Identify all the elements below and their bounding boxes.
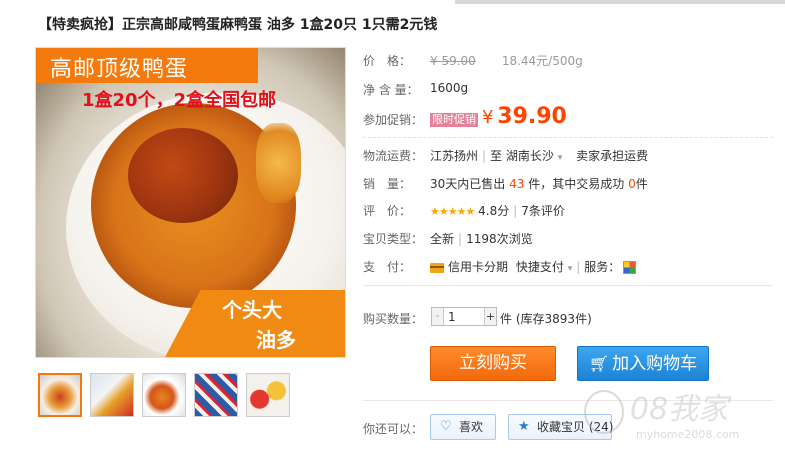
like-button[interactable]: ♡ 喜欢 [430,414,496,440]
star-rating-icon: ★★★★★ [430,205,475,218]
quantity-label: 购买数量： [363,312,424,326]
success-count: 0 [628,177,636,191]
site-watermark: 08我家 myhome2008.com [582,384,782,454]
chevron-down-icon: ▾ [557,153,563,163]
star-icon: ★ [518,419,530,434]
shipping-fee: 卖家承担运费 [576,149,649,163]
quantity-plus-button[interactable]: + [484,308,496,325]
service-icon[interactable] [623,261,637,274]
top-divider [0,0,785,4]
heart-icon: ♡ [440,419,452,434]
stock-count: (库存3893件) [515,312,592,326]
promo-label: 参加促销： [363,113,424,127]
weight-label: 净 含 量： [363,83,419,97]
original-price: ¥ 59.00 [430,54,476,68]
payment-label: 支 付： [363,260,412,274]
stock-info: 件 (库存3893件) [500,312,592,326]
condition-value: 全新 [430,232,455,246]
quantity-stepper[interactable]: - 1 + [431,307,497,326]
product-title: 【特卖疯抢】正宗高邮咸鸭蛋麻鸭蛋 油多 1盒20只 1只需2元钱 [38,17,438,33]
add-to-cart-button[interactable]: 🛒︎ 加入购物车 [577,346,709,381]
egg-oil [256,123,301,203]
image-promo-text: 1盒20个，2盒全国包邮 [82,90,277,111]
weight-value: 1600g [430,81,469,95]
shipping-label: 物流运费： [363,149,424,163]
quick-pay-option[interactable]: 快捷支付 ▾ [516,260,572,274]
thumbnail-5[interactable] [246,373,290,417]
ship-from: 江苏扬州 [430,149,479,163]
quantity-input[interactable]: 1 [448,310,478,324]
product-main-image[interactable]: 高邮顶级鸭蛋 1盒20个，2盒全国包邮 个头大 油多 [35,47,346,358]
sales-label: 销 量： [363,177,412,191]
divider [363,137,773,138]
rating-label: 评 价： [363,204,412,218]
service-label: 服务： [584,260,621,274]
quantity-minus-button[interactable]: - [432,308,444,325]
image-ribbon: 高邮顶级鸭蛋 [36,48,258,83]
chevron-down-icon: ▾ [567,264,573,274]
cart-icon: 🛒︎ [588,354,610,373]
thumbnail-1[interactable] [38,373,82,417]
credit-card-icon [430,262,444,273]
yen-symbol: ¥ [482,107,494,128]
buy-now-button[interactable]: 立刻购买 [430,346,556,381]
type-label: 宝贝类型： [363,232,424,246]
promo-tag: 限时促销 [430,112,478,127]
divider [363,285,773,286]
promo-price: 39.90 [497,104,567,129]
review-count-link[interactable]: 7条评价 [521,204,565,218]
thumbnail-2[interactable] [90,373,134,417]
thumbnail-4[interactable] [194,373,238,417]
house-logo-icon [584,390,624,434]
thumbnail-3[interactable] [142,373,186,417]
rating-score: 4.8分 [478,204,510,218]
extra-label: 你还可以： [363,422,424,436]
sold-count: 43 [509,177,525,191]
view-count: 1198次浏览 [466,232,533,246]
egg-yolk-center [128,128,238,223]
installment-option[interactable]: 信用卡分期 [448,260,508,274]
unit-price: 18.44元/500g [501,54,583,68]
price-label: 价 格： [363,54,412,68]
ship-to-select[interactable]: 湖南长沙 ▾ [506,149,562,163]
